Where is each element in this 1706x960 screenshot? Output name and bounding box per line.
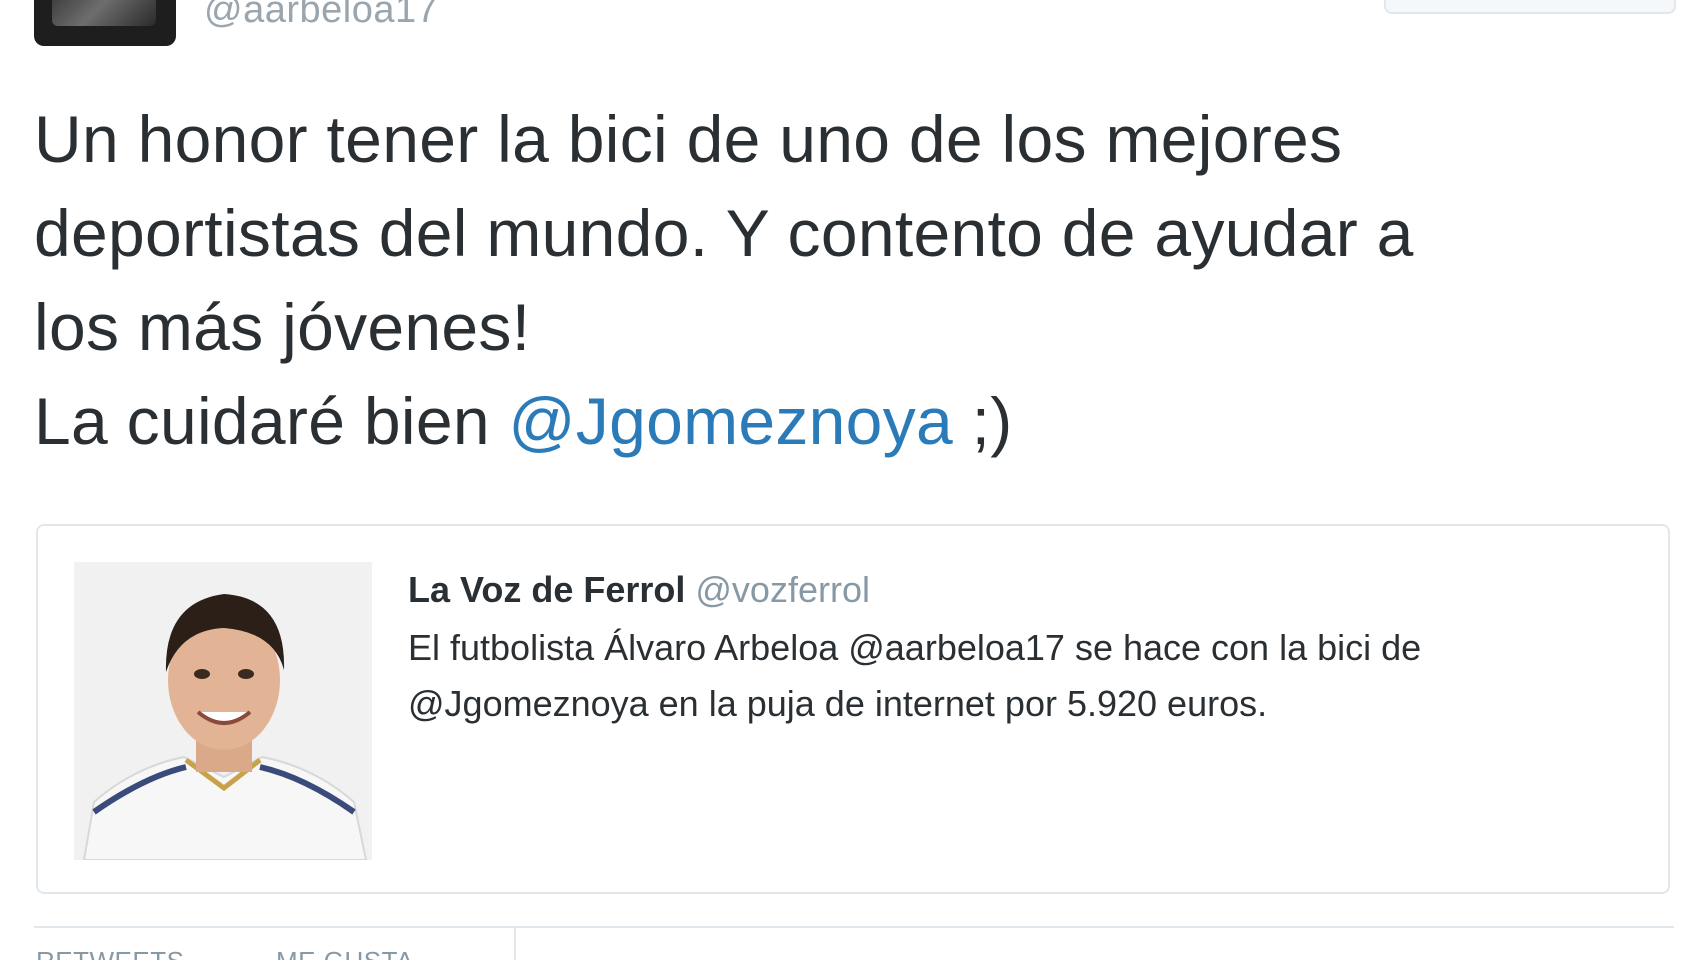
avatar-image <box>52 0 156 26</box>
tweet-text-suffix: ;) <box>953 384 1013 458</box>
stats-separator <box>514 928 516 960</box>
quoted-tweet-text-line: El futbolista Álvaro Arbeloa @aarbeloa17… <box>408 627 1422 668</box>
tweet-text-line: los más jóvenes! <box>34 290 531 364</box>
tweet-text-last-line: La cuidaré bien @Jgomeznoya ;) <box>34 374 1674 468</box>
mention-link[interactable]: @Jgomeznoya <box>508 384 953 458</box>
follow-button[interactable] <box>1384 0 1676 14</box>
retweets-label[interactable]: RETWEETS <box>36 946 184 960</box>
stats-divider <box>34 926 1674 928</box>
quoted-tweet-body: La Voz de Ferrol @vozferrol El futbolista… <box>408 566 1628 732</box>
quoted-tweet-author-name[interactable]: La Voz de Ferrol <box>408 569 685 610</box>
likes-label[interactable]: ME GUSTA <box>276 946 414 960</box>
quoted-tweet-card[interactable]: La Voz de Ferrol @vozferrol El futbolista… <box>36 524 1670 894</box>
quoted-tweet-photo[interactable] <box>74 562 372 860</box>
user-handle[interactable]: @aarbeloa17 <box>204 0 438 32</box>
tweet-text: Un honor tener la bici de uno de los mej… <box>34 92 1674 468</box>
user-avatar[interactable] <box>34 0 176 46</box>
player-photo-image <box>74 562 372 860</box>
quoted-tweet-text: El futbolista Álvaro Arbeloa @aarbeloa17… <box>408 620 1628 732</box>
quoted-tweet-header: La Voz de Ferrol @vozferrol <box>408 566 1628 614</box>
tweet-text-line: Un honor tener la bici de uno de los mej… <box>34 102 1343 176</box>
tweet-text-prefix: La cuidaré bien <box>34 384 509 458</box>
quoted-tweet-author-handle[interactable]: @vozferrol <box>695 569 870 610</box>
quoted-tweet-text-line: @Jgomeznoya en la puja de internet por 5… <box>408 683 1268 724</box>
tweet-text-line: deportistas del mundo. Y contento de ayu… <box>34 196 1414 270</box>
